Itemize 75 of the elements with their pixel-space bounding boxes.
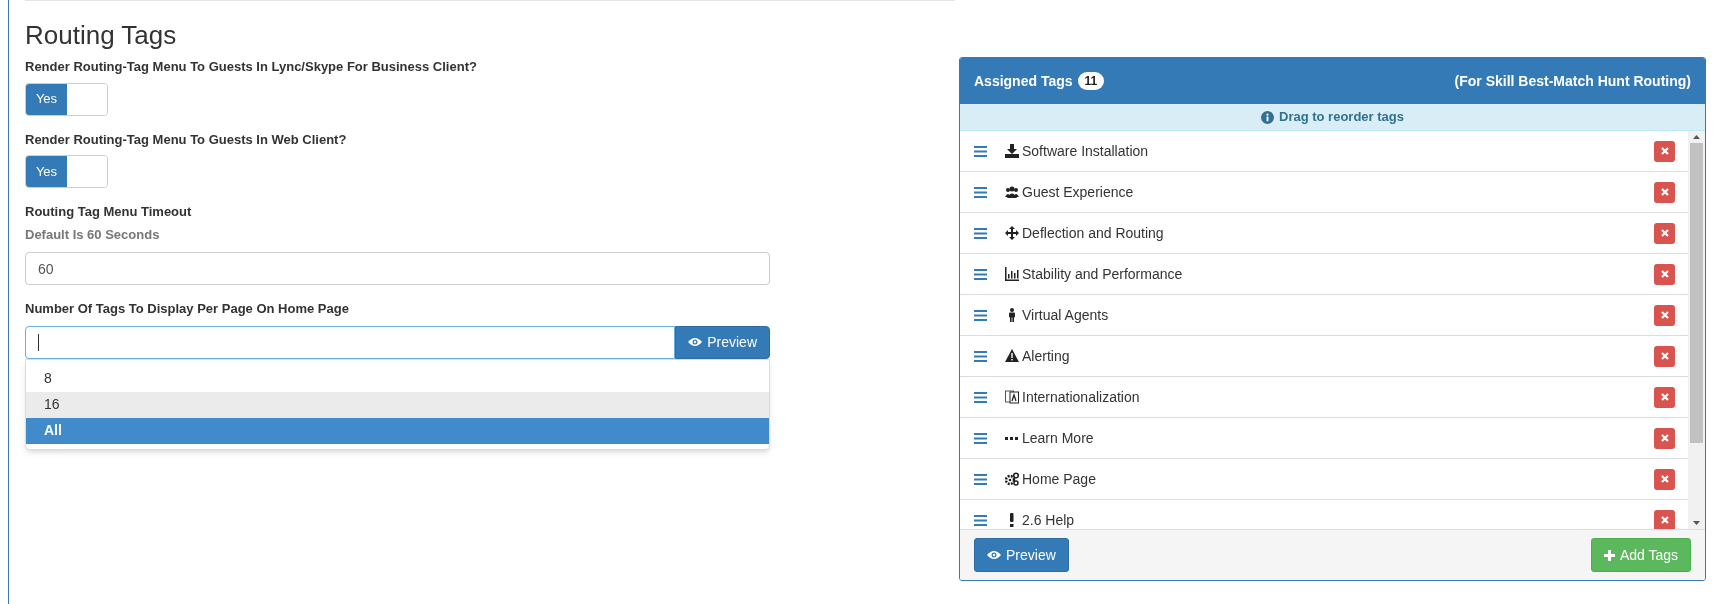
close-icon <box>1660 475 1669 483</box>
tag-label: 2.6 Help <box>1022 510 1076 529</box>
close-icon <box>1660 352 1669 360</box>
drag-handle-icon[interactable] <box>974 145 987 157</box>
page-title: Routing Tags <box>25 19 178 51</box>
remove-tag-button[interactable] <box>1654 140 1675 162</box>
help-text: Default Is 60 Seconds <box>25 225 161 244</box>
field-label: Number Of Tags To Display Per Page On Home Page <box>25 300 350 318</box>
text-cursor <box>38 333 39 351</box>
toggle-label: Render Routing-Tag Menu To Guests In Web Client? <box>25 130 348 149</box>
drag-handle-icon[interactable] <box>974 432 987 444</box>
bar-chart-icon <box>1005 267 1019 281</box>
dropdown-option[interactable]: 8 <box>26 365 769 392</box>
dropdown-option[interactable]: 16 <box>26 391 769 418</box>
drag-handle-icon[interactable] <box>974 268 987 280</box>
tag-label: Alerting <box>1022 346 1071 366</box>
remove-tag-button[interactable] <box>1654 468 1675 490</box>
translate-icon <box>1005 390 1019 404</box>
panel-subtitle: (For Skill Best-Match Hunt Routing) <box>1454 71 1691 91</box>
toggle-switch[interactable]: Yes <box>25 155 108 188</box>
warning-icon <box>1005 349 1019 363</box>
toggle-on-label: Yes <box>26 156 67 187</box>
toggle-on-label: Yes <box>26 83 67 115</box>
tag-label: Home Page <box>1022 469 1097 489</box>
tags-per-page-input[interactable] <box>25 325 676 359</box>
remove-tag-button[interactable] <box>1654 304 1675 326</box>
users-icon <box>1005 185 1019 199</box>
drag-handle-icon[interactable] <box>974 309 987 321</box>
preview-button[interactable]: Preview <box>974 538 1069 572</box>
close-icon <box>1660 434 1669 442</box>
download-icon <box>1005 144 1019 158</box>
tag-label: Deflection and Routing <box>1022 223 1165 243</box>
close-icon <box>1660 311 1669 319</box>
remove-tag-button[interactable] <box>1654 263 1675 285</box>
tag-label: Software Installation <box>1022 141 1150 161</box>
move-arrows-icon <box>1005 226 1019 240</box>
drag-handle-icon[interactable] <box>974 227 987 239</box>
tag-label: Virtual Agents <box>1022 305 1110 325</box>
tag-label: Learn More <box>1022 428 1095 448</box>
timeout-input[interactable]: 60 <box>25 252 770 285</box>
close-icon <box>1660 516 1669 524</box>
eye-icon <box>987 550 1001 560</box>
preview-button[interactable]: Preview <box>675 325 770 359</box>
scroll-up-arrow-icon[interactable] <box>1693 135 1700 139</box>
plus-icon <box>1603 549 1615 561</box>
remove-tag-button[interactable] <box>1654 181 1675 203</box>
remove-tag-button[interactable] <box>1654 345 1675 367</box>
close-icon <box>1660 147 1669 155</box>
close-icon <box>1660 229 1669 237</box>
close-icon <box>1660 270 1669 278</box>
eye-icon <box>688 337 703 347</box>
drag-handle-icon[interactable] <box>974 391 987 403</box>
tag-count-badge: 11 <box>1077 72 1105 90</box>
drag-handle-icon[interactable] <box>974 514 987 526</box>
info-icon <box>1261 110 1274 124</box>
toggle-label: Render Routing-Tag Menu To Guests In Lync/Skype For Business Client? <box>25 58 478 76</box>
tag-label: Internationalization <box>1022 387 1141 407</box>
drag-handle-icon[interactable] <box>974 473 987 485</box>
remove-tag-button[interactable] <box>1654 222 1675 244</box>
scrollbar[interactable] <box>1688 131 1705 529</box>
drag-handle-icon[interactable] <box>974 186 987 198</box>
remove-tag-button[interactable] <box>1654 386 1675 408</box>
close-icon <box>1660 188 1669 196</box>
remove-tag-button[interactable] <box>1654 427 1675 449</box>
tag-label: Stability and Performance <box>1022 264 1184 284</box>
drag-handle-icon[interactable] <box>974 350 987 362</box>
field-label: Routing Tag Menu Timeout <box>25 203 193 221</box>
dropdown-option[interactable]: All <box>26 417 769 444</box>
hint-text: Drag to reorder tags <box>1279 108 1404 127</box>
close-icon <box>1660 393 1669 401</box>
tag-label: Guest Experience <box>1022 182 1135 202</box>
toggle-switch[interactable]: Yes <box>25 82 108 116</box>
scroll-down-arrow-icon[interactable] <box>1693 521 1700 525</box>
remove-tag-button[interactable] <box>1654 509 1675 529</box>
panel-title: Assigned Tags <box>974 71 1073 91</box>
